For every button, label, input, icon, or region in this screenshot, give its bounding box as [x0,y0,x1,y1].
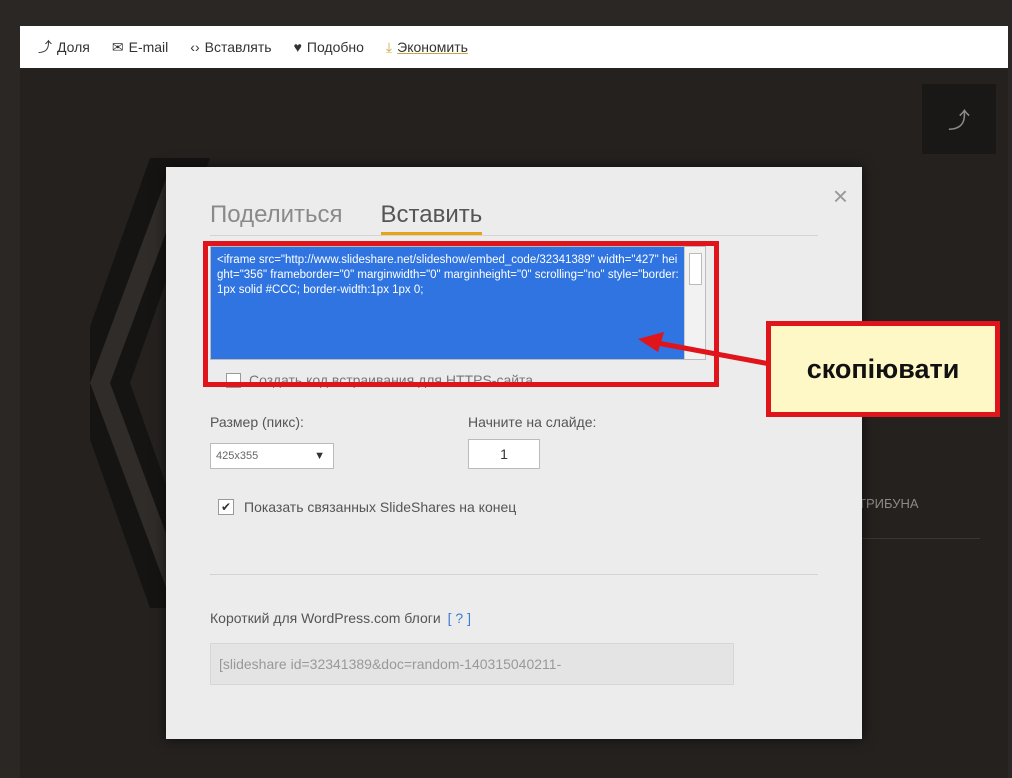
share-toolbar: ⤴ Доля ✉ E-mail ‹› Вставлять ♥ Подобно ⤓… [20,26,1008,69]
related-label: Показать связанных SlideShares на конец [244,499,517,515]
help-link[interactable]: [ ? ] [448,610,471,626]
toolbar-share-label: Доля [57,39,90,55]
share-icon: ⤴ [38,39,52,55]
tab-share[interactable]: Поделиться [210,201,343,235]
download-icon: ⤓ [385,38,393,55]
background-text: ТРИБУНА [858,496,919,511]
share-icon: ⤴ [947,108,970,133]
annotation-callout: скопіювати [766,321,1000,417]
https-option[interactable]: Создать код встраивания для HTTPS-сайта [226,372,533,388]
toolbar-save-button[interactable]: ⤓ Экономить [386,39,468,56]
callout-text: скопіювати [806,353,960,384]
background-share-button[interactable]: ⤴ [922,84,996,154]
scrollbar-thumb[interactable] [689,253,702,285]
close-icon[interactable]: × [833,183,848,209]
screenshot-frame: ⤴ Доля ✉ E-mail ‹› Вставлять ♥ Подобно ⤓… [0,0,1012,778]
toolbar-save-label: Экономить [397,39,468,55]
start-slide-label: Начните на слайде: [468,414,597,430]
section-divider [210,574,818,575]
toolbar-like-label: Подобно [306,39,364,55]
envelope-icon: ✉ [111,38,124,55]
wordpress-label-text: Короткий для WordPress.com блоги [210,610,441,626]
heart-icon: ♥ [293,39,302,55]
toolbar-email-label: E-mail [128,39,169,55]
https-checkbox[interactable] [226,372,241,388]
wordpress-shortcode-field[interactable]: [slideshare id=32341389&doc=random-14031… [210,643,734,685]
related-checkbox[interactable]: ✔ [218,499,234,515]
toolbar-embed-button[interactable]: ‹› Вставлять [190,39,271,55]
size-value: 425x355 [216,450,259,462]
size-label: Размер (пикс): [210,414,304,430]
toolbar-embed-label: Вставлять [204,39,272,55]
related-option[interactable]: ✔ Показать связанных SlideShares на коне… [218,499,516,515]
annotation-arrow [638,332,771,367]
toolbar-share-button[interactable]: ⤴ Доля [38,37,90,57]
size-select[interactable]: 425x355 ▼ [210,443,334,469]
chevron-down-icon: ▼ [314,450,325,462]
toolbar-like-button[interactable]: ♥ Подобно [294,39,364,55]
tab-embed[interactable]: Вставить [380,201,483,235]
dialog-tabs: Поделиться Вставить [210,199,818,236]
start-slide-input[interactable]: 1 [468,439,540,469]
wordpress-label: Короткий для WordPress.com блоги [ ? ] [210,610,471,626]
https-label: Создать код встраивания для HTTPS-сайта [249,372,534,388]
code-icon: ‹› [190,39,200,55]
check-icon: ✔ [220,500,232,514]
embed-dialog: × Поделиться Вставить <iframe src="http:… [166,167,862,739]
toolbar-email-button[interactable]: ✉ E-mail [112,39,168,56]
